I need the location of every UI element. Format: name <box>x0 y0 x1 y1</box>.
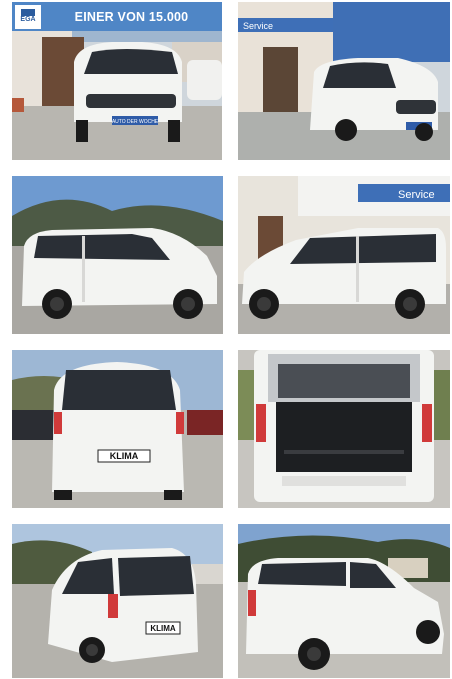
photo-side-left[interactable] <box>12 176 223 334</box>
banner-headline: EINER VON 15.000 <box>74 9 189 24</box>
license-plate-5: KLIMA <box>110 451 139 461</box>
photo-cargo-open[interactable] <box>238 350 450 508</box>
ega-logo: EGA <box>15 4 41 29</box>
dealer-sign-4: Service <box>398 189 435 201</box>
photo-front-left[interactable]: Service <box>238 2 450 160</box>
photo-rear[interactable]: KLIMA <box>12 350 223 508</box>
dealer-sign-2: Service <box>243 21 273 31</box>
ega-logo-text: EGA <box>20 16 36 23</box>
photo-side-right[interactable]: Service <box>238 176 450 334</box>
license-plate-7: KLIMA <box>150 624 176 633</box>
ega-logo-mark <box>21 9 35 16</box>
dealer-plate-1: AUTO DER WOCHE <box>112 119 159 125</box>
photo-rear-left[interactable]: KLIMA <box>12 524 223 678</box>
photo-side-right-rear[interactable] <box>238 524 450 678</box>
promo-banner: EGA EINER VON 15.000 <box>12 2 222 31</box>
